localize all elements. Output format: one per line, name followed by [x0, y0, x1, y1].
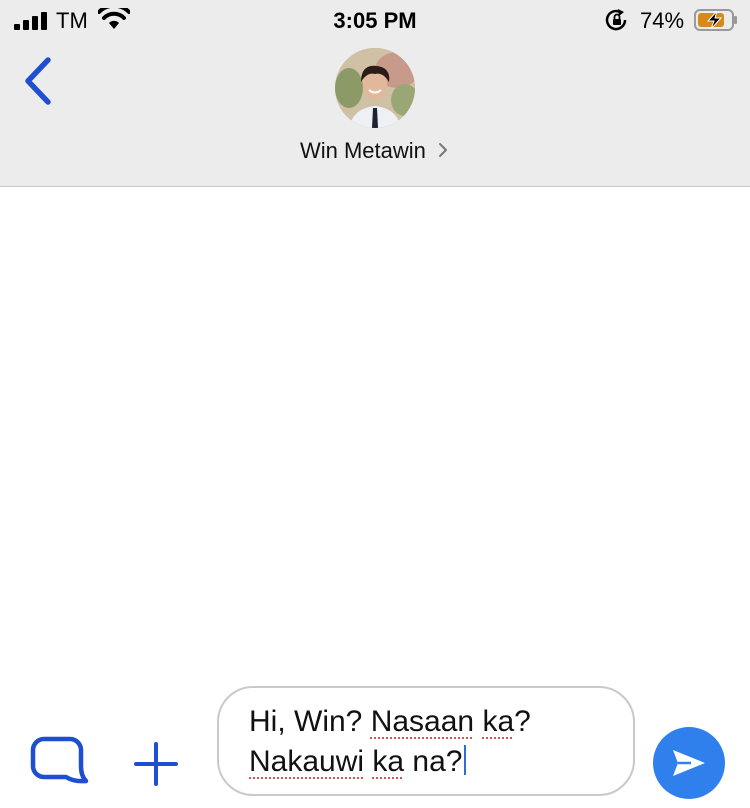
orientation-lock-icon — [605, 9, 627, 31]
send-arrow-icon — [673, 750, 705, 776]
back-chevron-icon[interactable] — [18, 54, 58, 108]
input-text: na? — [404, 745, 463, 778]
send-button[interactable] — [653, 727, 725, 799]
misspelled-word: Nakauwi — [249, 745, 365, 778]
contact-name-row[interactable]: Win Metawin — [0, 138, 750, 164]
battery-charging-icon — [694, 9, 737, 31]
avatar[interactable] — [335, 48, 415, 128]
plus-icon[interactable] — [132, 740, 180, 788]
chat-bubble-icon[interactable] — [30, 736, 90, 788]
contact-name: Win Metawin — [299, 138, 426, 163]
status-bar: TM 3:05 PM 74% — [0, 0, 750, 40]
chevron-right-icon — [439, 143, 448, 157]
conversation-screen: TM 3:05 PM 74% Win Metawin Hi, Win? Nasa… — [0, 0, 750, 808]
contact-photo — [335, 48, 415, 128]
status-time: 3:05 PM — [333, 8, 417, 33]
conversation-header: Win Metawin — [0, 40, 750, 187]
input-text: Hi, Win? — [249, 705, 371, 738]
input-line-1: Hi, Win? Nasaan ka? — [249, 702, 607, 742]
message-input[interactable]: Hi, Win? Nasaan ka? Nakauwi ka na? — [217, 686, 635, 796]
misspelled-word: ka — [482, 705, 515, 738]
text-caret — [464, 745, 467, 775]
misspelled-word: Nasaan — [370, 705, 475, 738]
message-thread — [0, 187, 750, 677]
input-text: ? — [514, 705, 531, 738]
battery-percent: 74% — [640, 8, 685, 33]
misspelled-word: ka — [372, 745, 405, 778]
composer-bar: Hi, Win? Nasaan ka? Nakauwi ka na? — [0, 680, 750, 808]
input-line-2: Nakauwi ka na? — [249, 742, 607, 782]
